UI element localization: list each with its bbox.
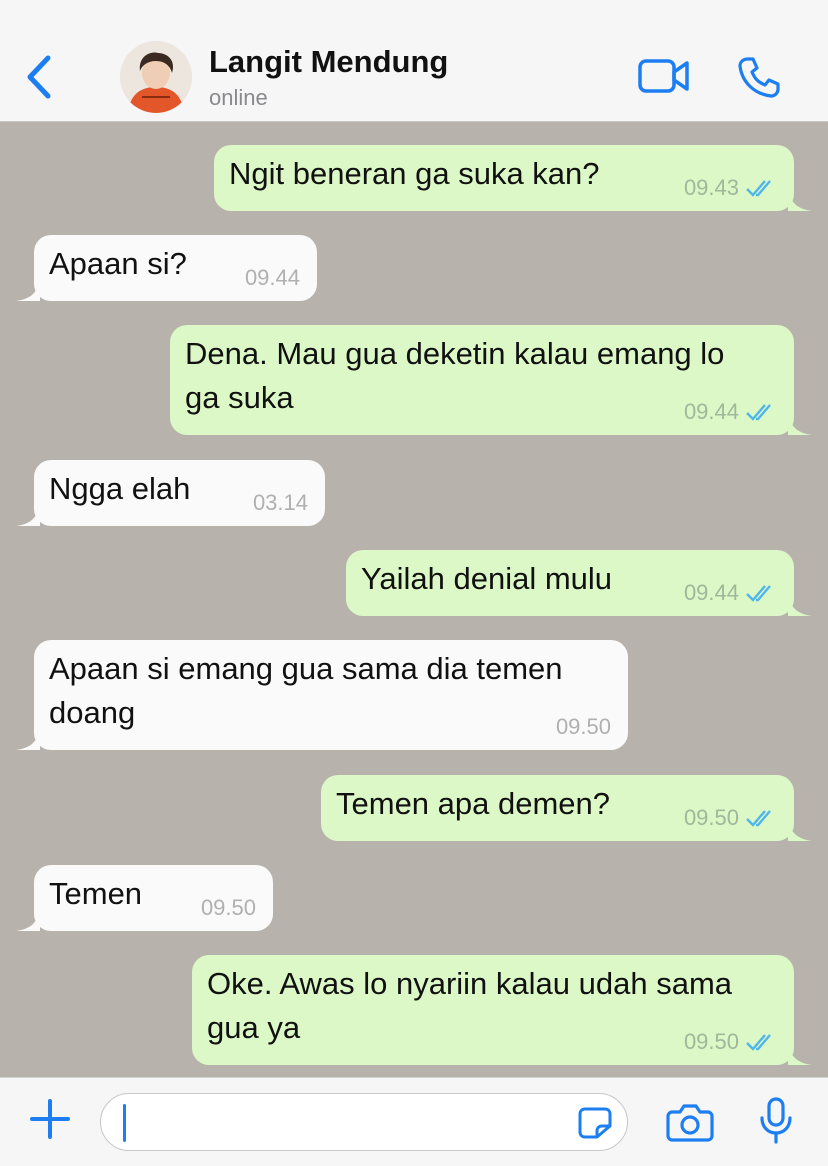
double-check-icon — [746, 585, 771, 602]
message-text: Apaan si emang gua sama dia temen doang — [49, 651, 563, 730]
camera-button[interactable] — [666, 1102, 714, 1142]
message-composer — [0, 1077, 828, 1166]
contact-status: online — [209, 85, 268, 110]
double-check-icon — [746, 404, 771, 421]
chat-area[interactable]: Ngit beneran ga suka kan? 09.43 Apaan si… — [0, 122, 828, 1077]
bubble-tail — [788, 189, 812, 211]
camera-icon — [666, 1104, 714, 1142]
message-incoming[interactable]: Apaan si emang gua sama dia temen doang … — [16, 640, 628, 750]
message-outgoing[interactable]: Temen apa demen? 09.50 — [321, 775, 812, 841]
message-text: Ngit beneran ga suka kan? — [229, 156, 600, 191]
message-text: Dena. Mau gua deketin kalau emang lo ga … — [185, 336, 725, 415]
chevron-left-icon — [27, 55, 51, 99]
microphone-button[interactable] — [758, 1096, 794, 1146]
message-time: 09.44 — [683, 399, 739, 424]
double-check-icon — [746, 1034, 771, 1051]
message-meta: 09.50 — [201, 895, 256, 921]
avatar-image — [120, 41, 192, 113]
message-meta: 09.50 — [556, 714, 611, 740]
message-text: Temen apa demen? — [336, 786, 611, 821]
double-check-icon — [746, 180, 771, 197]
message-meta: 09.43 — [684, 175, 777, 201]
bubble-tail — [16, 728, 40, 750]
message-time: 09.50 — [200, 895, 256, 920]
attach-button[interactable] — [28, 1097, 72, 1141]
bubble-tail — [788, 819, 812, 841]
message-time: 09.43 — [683, 175, 739, 200]
bubble-tail — [788, 594, 812, 616]
message-time: 09.44 — [683, 580, 739, 605]
message-incoming[interactable]: Temen 09.50 — [16, 865, 273, 931]
message-meta: 03.14 — [253, 490, 308, 516]
message-outgoing[interactable]: Oke. Awas lo nyariin kalau udah sama gua… — [192, 955, 812, 1065]
message-time: 03.14 — [252, 490, 308, 515]
message-incoming[interactable]: Ngga elah 03.14 — [16, 460, 325, 526]
video-camera-icon — [638, 59, 689, 93]
video-call-button[interactable] — [637, 56, 691, 96]
message-incoming[interactable]: Apaan si? 09.44 — [16, 235, 317, 301]
text-caret — [123, 1104, 126, 1142]
voice-call-button[interactable] — [736, 54, 782, 100]
message-time: 09.50 — [683, 805, 739, 830]
bubble-tail — [16, 279, 40, 301]
message-meta: 09.50 — [684, 1029, 777, 1055]
message-text: Yailah denial mulu — [361, 561, 613, 596]
message-meta: 09.44 — [684, 399, 777, 425]
sticker-icon — [578, 1107, 612, 1139]
message-meta: 09.44 — [245, 265, 300, 291]
message-input[interactable] — [100, 1093, 628, 1151]
message-text: Oke. Awas lo nyariin kalau udah sama gua… — [207, 966, 733, 1045]
message-text: Temen — [49, 876, 143, 911]
message-time: 09.44 — [244, 265, 300, 290]
message-outgoing[interactable]: Dena. Mau gua deketin kalau emang lo ga … — [170, 325, 812, 435]
message-meta: 09.50 — [684, 805, 777, 831]
bubble-tail — [788, 413, 812, 435]
double-check-icon — [746, 810, 771, 827]
message-meta: 09.44 — [684, 580, 777, 606]
bubble-tail — [16, 504, 40, 526]
message-text: Apaan si? — [49, 246, 187, 281]
message-outgoing[interactable]: Ngit beneran ga suka kan? 09.43 — [214, 145, 812, 211]
message-outgoing[interactable]: Yailah denial mulu 09.44 — [346, 550, 812, 616]
chat-header: Langit Mendung online — [0, 0, 828, 122]
plus-icon — [30, 1099, 70, 1139]
message-time: 09.50 — [683, 1029, 739, 1054]
back-button[interactable] — [22, 54, 58, 100]
message-time: 09.50 — [555, 714, 611, 739]
contact-name[interactable]: Langit Mendung — [209, 44, 448, 80]
sticker-button[interactable] — [577, 1106, 613, 1140]
avatar[interactable] — [120, 41, 192, 113]
phone-icon — [738, 57, 780, 98]
message-text: Ngga elah — [49, 471, 191, 506]
bubble-tail — [788, 1043, 812, 1065]
bubble-tail — [16, 909, 40, 931]
microphone-icon — [760, 1097, 792, 1144]
